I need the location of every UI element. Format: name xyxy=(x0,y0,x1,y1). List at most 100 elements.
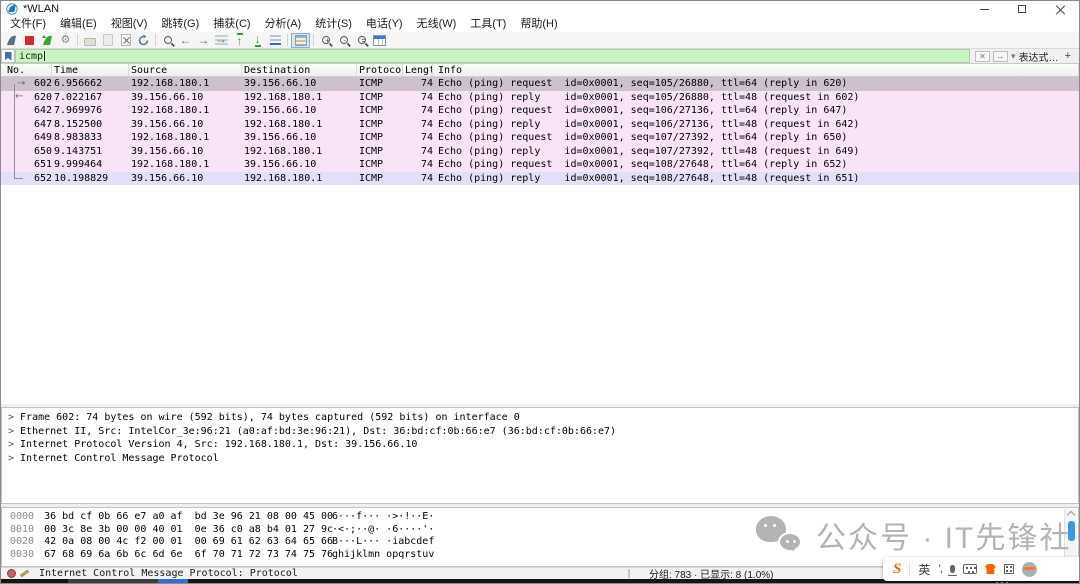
open-file-button[interactable] xyxy=(81,33,98,48)
menu-go[interactable]: 跳转(G) xyxy=(154,17,206,32)
column-no[interactable]: No. xyxy=(1,64,52,76)
zoom-original-button[interactable]: = xyxy=(353,33,370,48)
goto-packet-icon: → xyxy=(215,35,228,46)
menu-statistics[interactable]: 统计(S) xyxy=(308,17,359,32)
go-forward-button[interactable]: → xyxy=(195,33,212,48)
go-to-bottom-button[interactable]: ↓ xyxy=(249,33,266,48)
sogou-logo-icon[interactable]: S xyxy=(893,561,901,578)
ime-language-toggle[interactable]: 英 xyxy=(918,561,930,578)
bookmark-icon xyxy=(5,52,12,61)
detail-ethernet[interactable]: >Ethernet II, Src: IntelCor_3e:96:21 (a0… xyxy=(2,425,1078,439)
display-filter-input[interactable]: icmp xyxy=(15,49,970,63)
packet-row[interactable]: 647 8.152500 39.156.66.10 192.168.180.1 … xyxy=(1,118,1079,132)
ime-punctuation-toggle[interactable]: ’, xyxy=(938,563,942,575)
minimize-button[interactable] xyxy=(965,1,1003,17)
detail-ip[interactable]: >Internet Protocol Version 4, Src: 192.1… xyxy=(2,438,1078,452)
start-capture-fin-icon xyxy=(5,34,18,47)
menu-edit[interactable]: 编辑(E) xyxy=(53,17,104,32)
qr-code-icon[interactable] xyxy=(1004,564,1014,574)
packet-details-pane: >Frame 602: 74 bytes on wire (592 bits),… xyxy=(1,407,1079,504)
expression-button[interactable]: 表达式… xyxy=(1019,49,1059,64)
add-filter-button[interactable]: + xyxy=(1062,50,1074,62)
colorize-packets-button[interactable] xyxy=(291,33,310,48)
packet-row[interactable]: 651 9.999464 192.168.180.1 39.156.66.10 … xyxy=(1,158,1079,172)
window-title: *WLAN xyxy=(23,3,965,15)
packet-row[interactable]: 650 9.143751 39.156.66.10 192.168.180.1 … xyxy=(1,145,1079,159)
menu-capture[interactable]: 捕获(C) xyxy=(206,17,257,32)
scrollbar-thumb[interactable] xyxy=(1068,521,1075,541)
expert-info-icon[interactable] xyxy=(7,569,16,578)
arrow-right-icon: → xyxy=(198,34,210,46)
go-back-button[interactable]: ← xyxy=(177,33,194,48)
close-icon xyxy=(1056,5,1065,14)
save-file-button[interactable] xyxy=(99,33,116,48)
start-capture-button[interactable] xyxy=(3,33,20,48)
close-button[interactable] xyxy=(1041,1,1079,17)
keyboard-icon[interactable] xyxy=(963,564,977,574)
filter-apply-button[interactable]: → xyxy=(993,51,1008,62)
filter-dropdown-button[interactable]: ▾ xyxy=(1011,51,1016,62)
menu-tools[interactable]: 工具(T) xyxy=(463,17,513,32)
folder-icon xyxy=(84,38,96,46)
taskbar-active-app-segment[interactable] xyxy=(158,579,188,584)
resize-columns-icon xyxy=(373,35,386,46)
column-time[interactable]: Time xyxy=(52,64,129,76)
menu-help[interactable]: 帮助(H) xyxy=(513,17,564,32)
wireshark-window: *WLAN 文件(F) 编辑(E) 视图(V) 跳转(G) 捕获(C) 分析(A… xyxy=(0,0,1080,584)
packet-row[interactable]: 649 8.983833 192.168.180.1 39.156.66.10 … xyxy=(1,131,1079,145)
menu-view[interactable]: 视图(V) xyxy=(104,17,155,32)
scroll-up-icon[interactable] xyxy=(1067,511,1075,519)
skin-icon[interactable] xyxy=(985,564,996,574)
go-to-top-button[interactable]: ↑ xyxy=(231,33,248,48)
wireshark-logo-icon xyxy=(6,3,18,15)
reload-file-button[interactable] xyxy=(135,33,152,48)
filter-bookmark-button[interactable] xyxy=(1,49,15,63)
go-to-packet-button[interactable]: → xyxy=(213,33,230,48)
zoom-out-button[interactable]: - xyxy=(335,33,352,48)
restart-capture-button[interactable] xyxy=(39,33,56,48)
expand-caret-icon[interactable]: > xyxy=(8,426,14,437)
stop-capture-button[interactable] xyxy=(21,33,38,48)
maximize-button[interactable] xyxy=(1003,1,1041,17)
menu-file[interactable]: 文件(F) xyxy=(3,17,53,32)
packet-row[interactable]: 642 7.969976 192.168.180.1 39.156.66.10 … xyxy=(1,104,1079,118)
menu-analyze[interactable]: 分析(A) xyxy=(258,17,309,32)
filter-clear-button[interactable]: ✕ xyxy=(975,51,990,62)
find-packet-button[interactable] xyxy=(159,33,176,48)
gear-icon: ⚙ xyxy=(61,35,71,46)
taskbar-app-segment[interactable] xyxy=(68,579,158,584)
resize-columns-button[interactable] xyxy=(371,33,388,48)
zoom-in-button[interactable]: + xyxy=(317,33,334,48)
packet-list: 602 6.956662 192.168.180.1 39.156.66.10 … xyxy=(1,77,1079,185)
close-file-button[interactable] xyxy=(117,33,134,48)
auto-scroll-button[interactable] xyxy=(267,33,284,48)
hex-row[interactable]: 000036 bd cf 0b 66 e7 a0 af bd 3e 96 21 … xyxy=(2,511,1078,524)
column-protocol[interactable]: Protocol xyxy=(357,64,403,76)
menu-wireless[interactable]: 无线(W) xyxy=(410,17,464,32)
packet-list-empty-area[interactable] xyxy=(1,185,1079,404)
status-separator xyxy=(628,569,630,578)
packet-row[interactable]: 620 7.022167 39.156.66.10 192.168.180.1 … xyxy=(1,91,1079,105)
hex-row[interactable]: 001000 3c 8e 3b 00 00 40 01 0e 36 c0 a8 … xyxy=(2,524,1078,537)
column-destination[interactable]: Destination xyxy=(242,64,357,76)
menu-telephony[interactable]: 电话(Y) xyxy=(359,17,410,32)
expand-caret-icon[interactable]: > xyxy=(8,412,14,423)
capture-comment-icon[interactable] xyxy=(20,570,29,578)
packet-row[interactable]: 652 10.198829 39.156.66.10 192.168.180.1… xyxy=(1,172,1079,186)
microphone-icon[interactable] xyxy=(950,565,955,573)
auto-scroll-icon xyxy=(270,35,281,45)
expand-caret-icon[interactable]: > xyxy=(8,439,14,450)
capture-options-button[interactable]: ⚙ xyxy=(57,33,74,48)
hex-row[interactable]: 002042 0a 08 00 4c f2 00 01 00 69 61 62 … xyxy=(2,536,1078,549)
column-info[interactable]: Info xyxy=(433,64,1079,76)
packet-row[interactable]: 602 6.956662 192.168.180.1 39.156.66.10 … xyxy=(1,77,1079,91)
column-source[interactable]: Source xyxy=(129,64,242,76)
detail-frame[interactable]: >Frame 602: 74 bytes on wire (592 bits),… xyxy=(2,411,1078,425)
column-length[interactable]: Length xyxy=(403,64,433,76)
ime-avatar-icon[interactable] xyxy=(1022,562,1037,577)
toolbar-separator xyxy=(313,34,314,46)
detail-icmp[interactable]: >Internet Control Message Protocol xyxy=(2,452,1078,466)
expand-caret-icon[interactable]: > xyxy=(8,453,14,464)
arrow-up-bar-icon: ↑ xyxy=(237,33,243,47)
maximize-icon xyxy=(1018,5,1026,13)
